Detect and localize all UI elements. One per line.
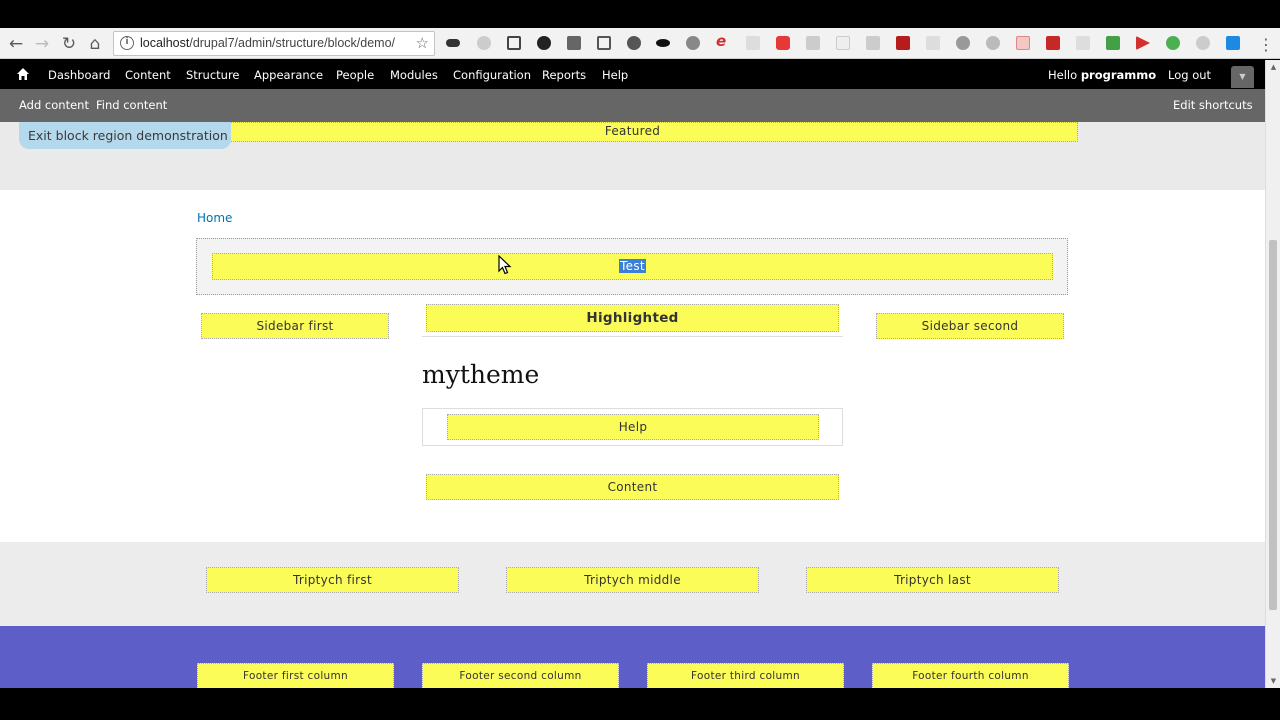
site-name[interactable]: mytheme (422, 360, 539, 389)
download-extension-icon[interactable] (1226, 36, 1240, 50)
region-content: Content (426, 474, 839, 500)
toolbar-content[interactable]: Content (125, 68, 171, 82)
rss-extension-icon[interactable] (866, 36, 880, 50)
extension-icon[interactable] (477, 36, 491, 50)
exit-demo-button[interactable]: Exit block region demonstration (19, 122, 231, 149)
scroll-down-icon[interactable]: ▼ (1266, 674, 1280, 688)
pen-extension-icon[interactable] (926, 36, 940, 50)
extension-icon[interactable] (746, 36, 760, 50)
region-triptych-middle: Triptych middle (506, 567, 759, 593)
toolbar-people[interactable]: People (336, 68, 374, 82)
extension-icon[interactable] (1136, 36, 1150, 50)
logout-link[interactable]: Log out (1168, 68, 1211, 82)
mouse-cursor-icon (498, 255, 512, 275)
wordpress-extension-icon[interactable] (956, 36, 970, 50)
greeting-prefix: Hello (1048, 68, 1081, 82)
reload-icon[interactable]: ↻ (58, 33, 80, 55)
url-path: /drupal7/admin/structure/block/demo/ (189, 36, 396, 50)
extension-icon[interactable] (1076, 36, 1090, 50)
user-greeting: Hello programmo (1048, 68, 1156, 82)
triptych-band: Triptych first Triptych middle Triptych … (0, 542, 1265, 626)
shortcuts-bar: Add content Find content Edit shortcuts (0, 89, 1265, 122)
site-info-icon[interactable]: i (120, 36, 134, 50)
scroll-up-icon[interactable]: ▲ (1266, 60, 1280, 74)
extension-icon[interactable] (986, 36, 1000, 50)
shortcut-add-content[interactable]: Add content (19, 98, 89, 112)
header-region-box: Test (196, 238, 1068, 295)
toolbar-help[interactable]: Help (602, 68, 628, 82)
address-bar[interactable]: i localhost/drupal7/admin/structure/bloc… (113, 31, 435, 56)
extension-icon[interactable] (896, 36, 910, 50)
puzzle-extension-icon[interactable] (627, 36, 641, 50)
extension-icon[interactable] (1166, 36, 1180, 50)
region-footer-first: Footer first column (197, 663, 394, 688)
extension-icon[interactable] (1196, 36, 1210, 50)
toolbar-dashboard[interactable]: Dashboard (48, 68, 110, 82)
url-host: localhost (140, 36, 190, 50)
region-help: Help (447, 414, 819, 440)
url-text[interactable]: localhost/drupal7/admin/structure/block/… (140, 36, 412, 50)
page-content: Featured Exit block region demonstration… (0, 122, 1265, 688)
gear-extension-icon[interactable] (537, 36, 551, 50)
camera-extension-icon[interactable] (597, 36, 611, 50)
incognito-extension-icon[interactable] (446, 39, 460, 47)
screenshot-extension-icon[interactable] (567, 36, 581, 50)
footer-band: Footer first column Footer second column… (0, 626, 1265, 688)
toolbar-appearance[interactable]: Appearance (254, 68, 323, 82)
grid-extension-icon[interactable] (507, 36, 521, 50)
breadcrumb-home[interactable]: Home (197, 211, 232, 225)
home-icon[interactable] (16, 67, 30, 81)
region-footer-third: Footer third column (647, 663, 844, 688)
region-highlighted: Highlighted (426, 304, 839, 332)
admin-toolbar: Dashboard Content Structure Appearance P… (0, 60, 1265, 89)
toolbar-configuration[interactable]: Configuration (453, 68, 531, 82)
highlighted-divider (422, 336, 843, 337)
extension-icon[interactable] (836, 36, 850, 50)
scrollbar-thumb[interactable] (1269, 240, 1277, 610)
toolbar-reports[interactable]: Reports (542, 68, 586, 82)
menu-kebab-icon[interactable]: ⋮ (1255, 33, 1277, 55)
home-icon[interactable]: ⌂ (84, 33, 106, 55)
toolbar-structure[interactable]: Structure (186, 68, 240, 82)
e-extension-icon[interactable]: e (716, 32, 730, 50)
shortcuts-toggle-icon[interactable]: ▼ (1231, 66, 1254, 88)
bookmark-star-icon[interactable]: ☆ (416, 34, 429, 52)
media-extension-icon[interactable] (776, 36, 790, 50)
screen-bottom-bar (0, 688, 1280, 720)
browser-toolbar: ← → ↻ ⌂ i localhost/drupal7/admin/struct… (0, 28, 1280, 59)
region-sidebar-second: Sidebar second (876, 313, 1064, 339)
region-triptych-first: Triptych first (206, 567, 459, 593)
shortcut-find-content[interactable]: Find content (96, 98, 167, 112)
region-featured: Featured (187, 122, 1078, 142)
region-footer-fourth: Footer fourth column (872, 663, 1069, 688)
calendar-extension-icon[interactable] (1016, 36, 1030, 50)
region-footer-second: Footer second column (422, 663, 619, 688)
header-region-label: Test (619, 259, 646, 273)
globe-extension-icon[interactable] (686, 36, 700, 50)
help-region-box: Help (422, 408, 843, 446)
region-triptych-last: Triptych last (806, 567, 1059, 593)
back-icon[interactable]: ← (5, 33, 27, 55)
browser-titlebar (0, 0, 1280, 28)
region-sidebar-first: Sidebar first (201, 313, 389, 339)
page-scrollbar[interactable]: ▲ ▼ (1265, 60, 1280, 688)
username[interactable]: programmo (1081, 68, 1156, 82)
forward-icon[interactable]: → (31, 33, 53, 55)
beta-extension-icon[interactable] (1106, 36, 1120, 50)
extension-icon[interactable] (1046, 36, 1060, 50)
eye-extension-icon[interactable] (656, 39, 670, 47)
edit-shortcuts-link[interactable]: Edit shortcuts (1173, 98, 1253, 112)
region-header: Test (212, 253, 1053, 280)
extension-icon[interactable] (806, 36, 820, 50)
toolbar-modules[interactable]: Modules (390, 68, 438, 82)
